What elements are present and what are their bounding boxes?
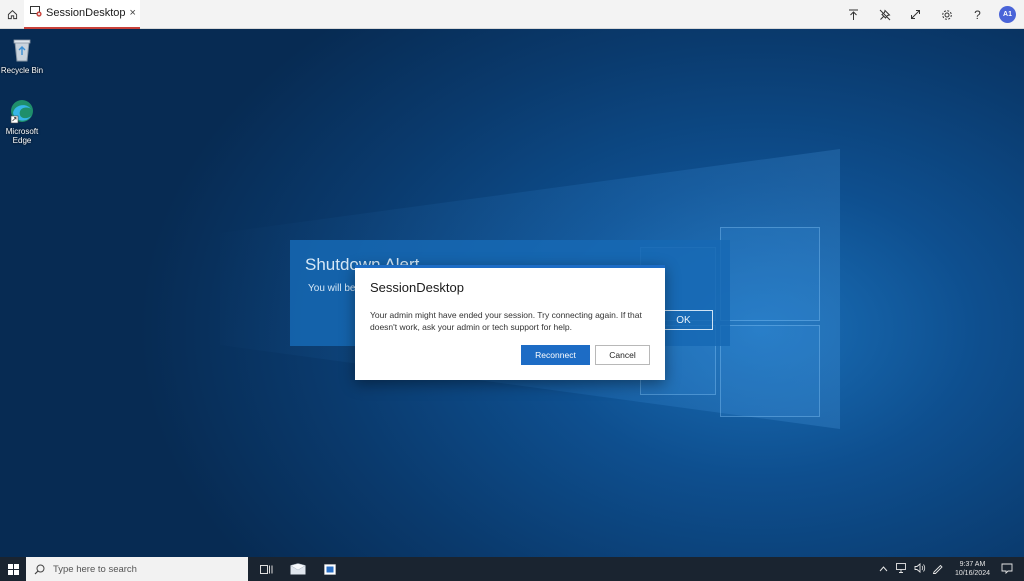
taskbar-search-box[interactable]: Type here to search: [26, 557, 248, 581]
recycle-bin-icon: [13, 39, 31, 62]
session-desktop-icon: [30, 4, 42, 22]
windows-logo-pane: [720, 325, 820, 417]
app-top-bar: SessionDesktop × ? A1: [0, 0, 1024, 29]
settings-gear-icon[interactable]: [931, 0, 962, 29]
clock-date: 10/16/2024: [954, 570, 990, 577]
dialog-title: SessionDesktop: [370, 280, 464, 295]
home-icon[interactable]: [0, 0, 24, 29]
network-icon[interactable]: [895, 563, 909, 575]
taskbar-clock[interactable]: 9:37 AM 10/16/2024: [955, 560, 990, 578]
unpin-icon[interactable]: [869, 0, 900, 29]
tab-label: SessionDesktop: [46, 7, 126, 19]
task-view-icon[interactable]: [250, 557, 282, 581]
search-placeholder: Type here to search: [53, 563, 137, 575]
expand-icon[interactable]: [900, 0, 931, 29]
desktop-icon-label: Microsoft Edge: [5, 127, 39, 145]
chevron-up-icon[interactable]: [877, 564, 891, 574]
desktop-icon-label: Recycle Bin: [0, 66, 44, 75]
desktop-icon-recycle-bin[interactable]: Recycle Bin: [0, 36, 44, 75]
session-ended-dialog: SessionDesktop Your admin might have end…: [355, 265, 665, 380]
upload-icon[interactable]: [838, 0, 869, 29]
windows-taskbar: Type here to search 9:37 AM 10/16/2024: [0, 557, 1024, 581]
windows-start-icon[interactable]: [0, 557, 26, 581]
pen-workspace-icon[interactable]: [931, 563, 945, 576]
mail-app-icon[interactable]: [282, 557, 314, 581]
help-icon[interactable]: ?: [962, 0, 993, 29]
tab-close-icon[interactable]: ×: [130, 7, 136, 19]
dialog-message: Your admin might have ended your session…: [370, 310, 642, 332]
search-icon: [34, 564, 45, 574]
shutdown-alert-text: You will be: [308, 283, 356, 294]
cancel-button[interactable]: Cancel: [595, 345, 650, 365]
system-tray: 9:37 AM 10/16/2024: [877, 557, 1024, 581]
desktop-icon-edge[interactable]: Microsoft Edge: [0, 97, 44, 145]
tab-session-desktop[interactable]: SessionDesktop ×: [24, 0, 140, 29]
notifications-icon[interactable]: [1000, 563, 1014, 576]
clock-time: 9:37 AM: [959, 561, 986, 568]
reconnect-button[interactable]: Reconnect: [521, 345, 590, 365]
app-window-icon[interactable]: [314, 557, 346, 581]
edge-icon: [10, 100, 33, 124]
volume-icon[interactable]: [913, 563, 927, 575]
windows-logo-pane: [720, 227, 820, 321]
user-avatar[interactable]: A1: [999, 6, 1016, 23]
